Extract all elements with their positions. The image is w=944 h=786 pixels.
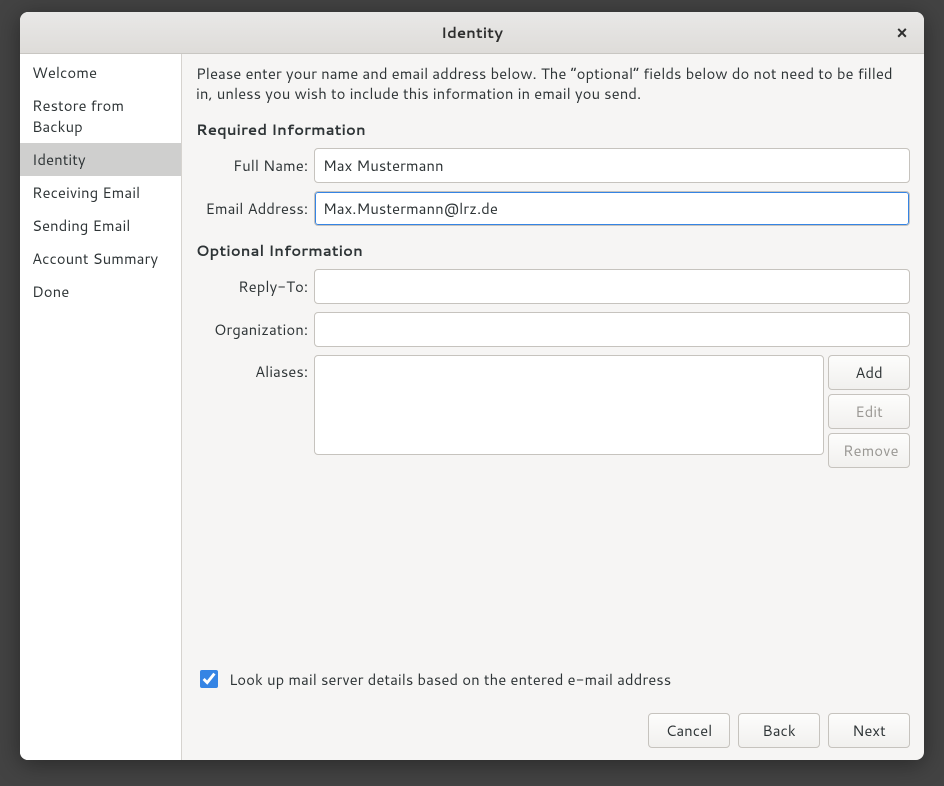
- next-button[interactable]: Next: [828, 713, 910, 748]
- sidebar-item-label: Receiving Email: [32, 182, 140, 203]
- lookup-row: Look up mail server details based on the…: [196, 667, 910, 691]
- main-panel: Please enter your name and email address…: [182, 54, 924, 760]
- row-reply-to: Reply-To:: [196, 269, 910, 304]
- sidebar-item-welcome[interactable]: Welcome: [20, 56, 181, 89]
- spacer: [196, 476, 910, 660]
- back-button[interactable]: Back: [738, 713, 820, 748]
- alias-add-button[interactable]: Add: [828, 355, 910, 390]
- sidebar-item-done[interactable]: Done: [20, 275, 181, 308]
- footer: Cancel Back Next: [196, 705, 910, 748]
- optional-heading: Optional Information: [196, 240, 910, 261]
- label-organization: Organization:: [196, 319, 314, 340]
- label-full-name: Full Name:: [196, 155, 314, 176]
- organization-input[interactable]: [314, 312, 910, 347]
- full-name-input[interactable]: [314, 148, 910, 183]
- sidebar-item-label: Restore from Backup: [32, 95, 124, 137]
- close-icon: ×: [897, 23, 908, 43]
- sidebar-item-label: Done: [32, 281, 69, 302]
- sidebar-item-label: Identity: [32, 149, 86, 170]
- required-heading: Required Information: [196, 119, 910, 140]
- sidebar-item-label: Welcome: [32, 62, 97, 83]
- dialog-body: Welcome Restore from Backup Identity Rec…: [20, 54, 924, 760]
- close-button[interactable]: ×: [888, 19, 916, 47]
- sidebar: Welcome Restore from Backup Identity Rec…: [20, 54, 182, 760]
- sidebar-item-receiving[interactable]: Receiving Email: [20, 176, 181, 209]
- intro-text: Please enter your name and email address…: [196, 64, 910, 105]
- window-title: Identity: [441, 22, 503, 43]
- label-email: Email Address:: [196, 198, 314, 219]
- sidebar-item-label: Account Summary: [32, 248, 158, 269]
- account-setup-window: Identity × Welcome Restore from Backup I…: [20, 12, 924, 760]
- aliases-list[interactable]: [314, 355, 824, 455]
- sidebar-item-identity[interactable]: Identity: [20, 143, 181, 176]
- reply-to-input[interactable]: [314, 269, 910, 304]
- label-aliases: Aliases:: [196, 355, 314, 382]
- cancel-button[interactable]: Cancel: [648, 713, 730, 748]
- row-organization: Organization:: [196, 312, 910, 347]
- sidebar-item-restore[interactable]: Restore from Backup: [20, 89, 181, 143]
- label-reply-to: Reply-To:: [196, 276, 314, 297]
- row-aliases: Aliases: Add Edit Remove: [196, 355, 910, 468]
- sidebar-item-sending[interactable]: Sending Email: [20, 209, 181, 242]
- alias-button-group: Add Edit Remove: [828, 355, 910, 468]
- email-input[interactable]: [314, 191, 910, 226]
- sidebar-item-summary[interactable]: Account Summary: [20, 242, 181, 275]
- row-email: Email Address:: [196, 191, 910, 226]
- lookup-checkbox[interactable]: [200, 670, 218, 688]
- lookup-label: Look up mail server details based on the…: [229, 669, 671, 690]
- alias-edit-button[interactable]: Edit: [828, 394, 910, 429]
- sidebar-item-label: Sending Email: [32, 215, 130, 236]
- titlebar: Identity ×: [20, 12, 924, 54]
- alias-remove-button[interactable]: Remove: [828, 433, 910, 468]
- row-full-name: Full Name:: [196, 148, 910, 183]
